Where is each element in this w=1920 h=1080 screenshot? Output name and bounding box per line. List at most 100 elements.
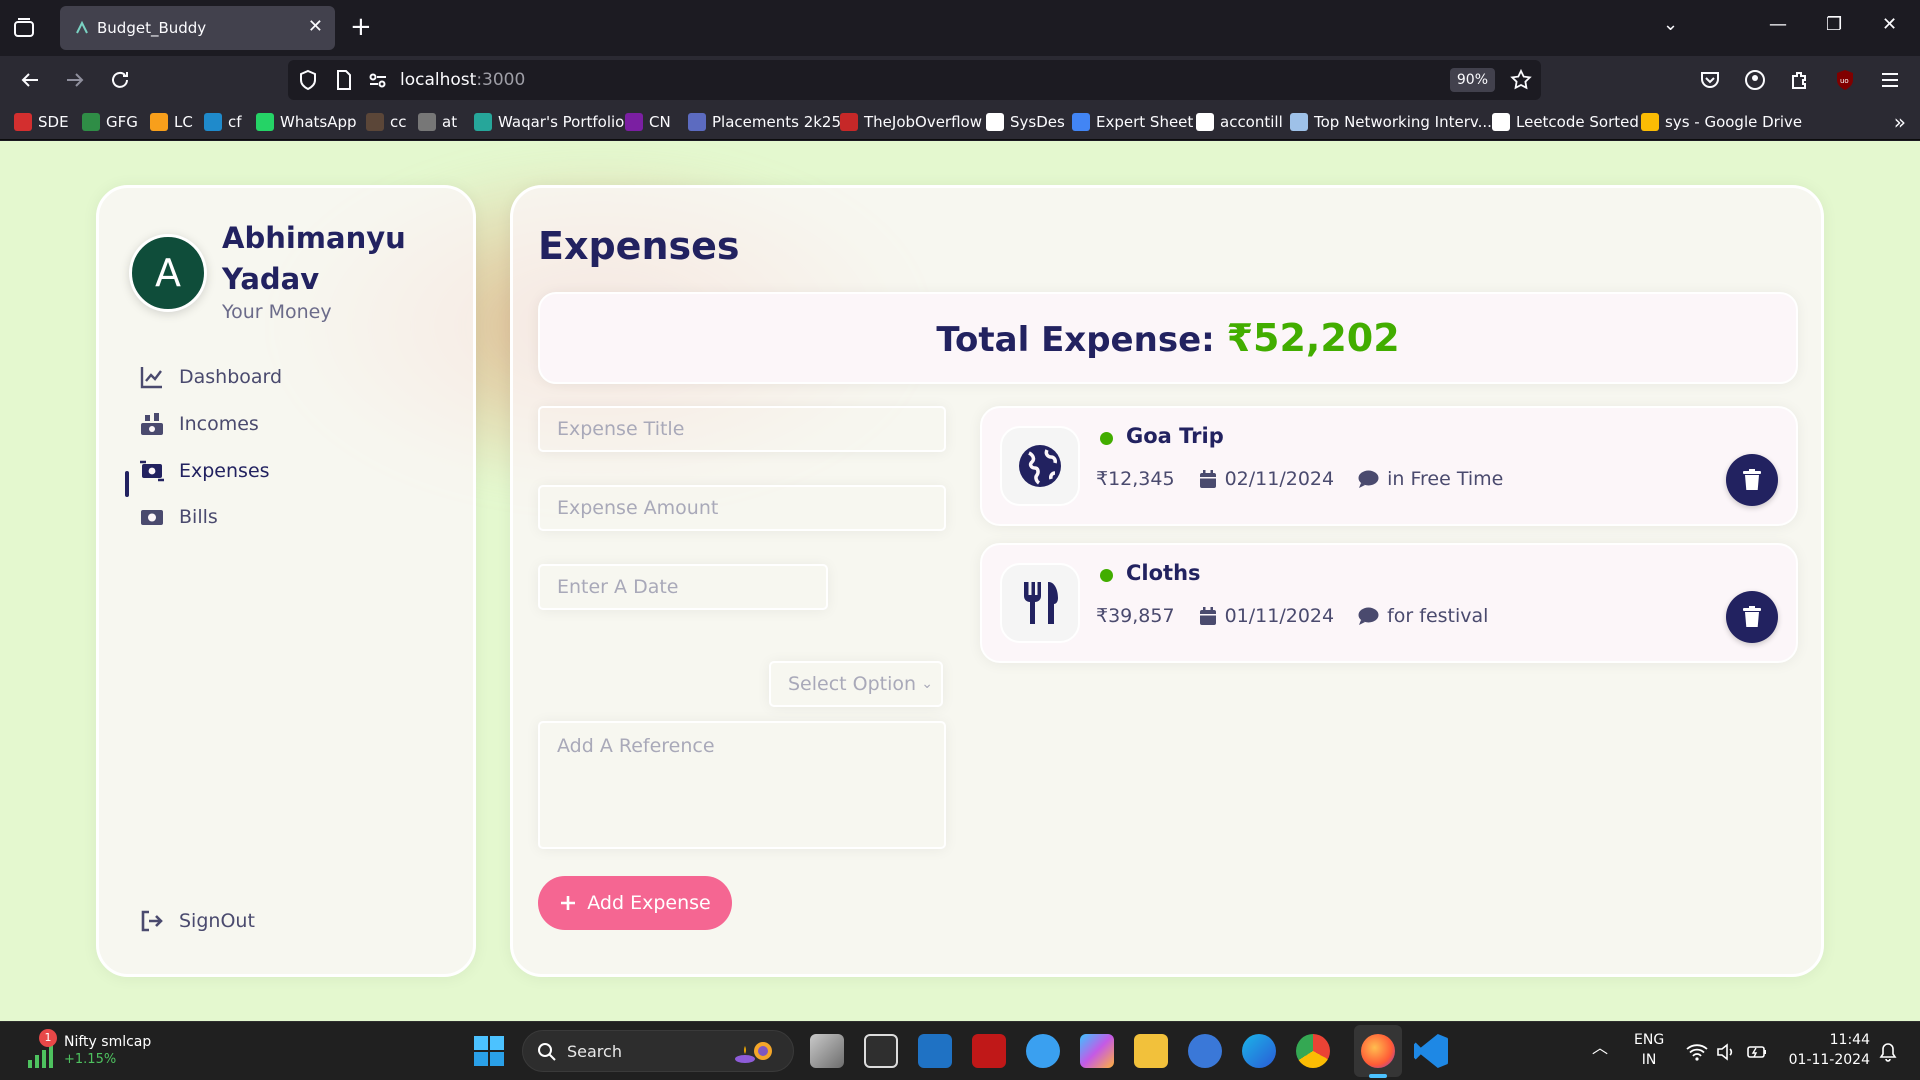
expense-date-group: 01/11/2024 bbox=[1199, 605, 1334, 627]
app-menu-icon[interactable] bbox=[1878, 68, 1902, 92]
tab-overflow-chevron-icon[interactable]: ⌄ bbox=[1663, 14, 1678, 35]
expense-amount-input[interactable]: Expense Amount bbox=[538, 485, 946, 531]
atcoder-icon bbox=[418, 113, 436, 131]
bookmark-item[interactable]: GFG bbox=[82, 113, 138, 131]
volume-icon[interactable] bbox=[1716, 1043, 1736, 1061]
sidebar-item-label: Expenses bbox=[179, 460, 270, 482]
tab-list-icon[interactable] bbox=[12, 16, 36, 40]
task-view-icon[interactable] bbox=[810, 1034, 844, 1068]
comment-icon bbox=[1358, 470, 1379, 488]
account-icon[interactable] bbox=[1743, 68, 1767, 92]
pocket-icon[interactable] bbox=[1698, 68, 1722, 92]
notifications-bell-icon[interactable] bbox=[1878, 1042, 1898, 1062]
permissions-icon[interactable] bbox=[366, 68, 390, 92]
expense-category-icon-box bbox=[1000, 563, 1080, 643]
zoom-indicator[interactable]: 90% bbox=[1449, 68, 1495, 92]
bookmark-item[interactable]: TheJobOverflow bbox=[840, 113, 982, 131]
expense-title-input[interactable]: Expense Title bbox=[538, 406, 946, 452]
bookmark-item[interactable]: SysDes bbox=[986, 113, 1065, 131]
add-expense-button[interactable]: Add Expense bbox=[538, 876, 732, 930]
gfg-icon bbox=[82, 113, 100, 131]
bookmark-label: at bbox=[442, 113, 458, 131]
github-icon bbox=[986, 113, 1004, 131]
myhp-icon[interactable] bbox=[918, 1034, 952, 1068]
avatar: A bbox=[129, 234, 207, 312]
reload-icon[interactable] bbox=[108, 68, 132, 92]
bookmarks-overflow-icon[interactable]: » bbox=[1894, 110, 1906, 134]
close-window-icon[interactable]: ✕ bbox=[1882, 14, 1897, 35]
money-bill-icon bbox=[141, 510, 163, 525]
file-explorer-icon[interactable] bbox=[1134, 1034, 1168, 1068]
microsoft-store-icon[interactable] bbox=[864, 1034, 898, 1068]
bookmark-item[interactable]: accontill bbox=[1196, 113, 1283, 131]
wifi-icon[interactable] bbox=[1686, 1043, 1708, 1061]
copilot-icon[interactable] bbox=[1080, 1034, 1114, 1068]
bookmark-item[interactable]: LC bbox=[150, 113, 193, 131]
edge-icon[interactable] bbox=[1242, 1034, 1276, 1068]
sidebar-item-dashboard[interactable]: Dashboard bbox=[139, 362, 282, 392]
forward-icon[interactable] bbox=[63, 68, 87, 92]
windows-start-icon[interactable] bbox=[474, 1036, 504, 1066]
sidebar-item-expenses[interactable]: Expenses bbox=[139, 456, 270, 486]
bookmark-item[interactable]: SDE bbox=[14, 113, 69, 131]
signout-button[interactable]: SignOut bbox=[139, 908, 255, 934]
money-exchange-icon bbox=[140, 460, 164, 482]
bookmark-item[interactable]: at bbox=[418, 113, 457, 131]
new-tab-icon[interactable]: + bbox=[350, 12, 372, 42]
clock[interactable]: 11:44 01-11-2024 bbox=[1786, 1030, 1870, 1070]
clock-date: 01-11-2024 bbox=[1788, 1052, 1870, 1068]
shield-icon[interactable] bbox=[296, 68, 320, 92]
taskbar-search[interactable]: Search bbox=[522, 1030, 794, 1072]
language-code: ENG bbox=[1634, 1032, 1665, 1048]
add-expense-label: Add Expense bbox=[587, 892, 711, 914]
zoom-app-icon[interactable] bbox=[1188, 1034, 1222, 1068]
restore-window-icon[interactable]: ❐ bbox=[1826, 14, 1842, 35]
reference-textarea[interactable]: Add A Reference bbox=[538, 721, 946, 849]
help-icon[interactable] bbox=[1026, 1034, 1060, 1068]
url-bar[interactable]: localhost:3000 90% bbox=[288, 60, 1541, 100]
page-icon[interactable] bbox=[332, 68, 356, 92]
bookmark-item[interactable]: cc bbox=[366, 113, 407, 131]
show-hidden-icons-chevron-icon[interactable]: ︿ bbox=[1592, 1038, 1608, 1058]
bookmark-label: WhatsApp bbox=[280, 113, 357, 131]
stock-widget[interactable]: 1 Nifty smlcap +1.15% bbox=[22, 1029, 162, 1072]
user-tagline: Your Money bbox=[222, 301, 332, 323]
back-icon[interactable] bbox=[18, 68, 42, 92]
bookmark-item[interactable]: cf bbox=[204, 113, 242, 131]
tab-close-icon[interactable]: ✕ bbox=[308, 16, 323, 37]
bookmark-item[interactable]: Placements 2k25 bbox=[688, 113, 841, 131]
browser-tab[interactable]: Budget_Buddy ✕ bbox=[60, 6, 335, 50]
category-select[interactable]: Select Option ⌄ bbox=[769, 661, 943, 707]
sidebar-item-bills[interactable]: Bills bbox=[139, 502, 218, 532]
github-icon bbox=[1196, 113, 1214, 131]
bookmark-label: sys - Google Drive bbox=[1665, 113, 1803, 131]
extensions-icon[interactable] bbox=[1788, 68, 1812, 92]
expense-date-input[interactable]: Enter A Date bbox=[538, 564, 828, 610]
chrome-icon[interactable] bbox=[1296, 1034, 1330, 1068]
bookmark-item[interactable]: WhatsApp bbox=[256, 113, 357, 131]
bookmark-star-icon[interactable] bbox=[1509, 68, 1533, 92]
clock-time: 11:44 bbox=[1829, 1032, 1870, 1048]
ublock-icon[interactable]: uo bbox=[1833, 68, 1857, 92]
diwali-lamp-icon bbox=[735, 1042, 772, 1063]
firefox-icon[interactable] bbox=[1361, 1034, 1395, 1068]
delete-expense-button[interactable] bbox=[1726, 591, 1778, 643]
delete-expense-button[interactable] bbox=[1726, 454, 1778, 506]
language-indicator[interactable]: ENG IN bbox=[1634, 1030, 1664, 1070]
bookmark-item[interactable]: Expert Sheet bbox=[1072, 113, 1193, 131]
bookmark-label: Expert Sheet bbox=[1096, 113, 1194, 131]
tab-title: Budget_Buddy bbox=[97, 19, 207, 37]
status-dot bbox=[1100, 432, 1113, 445]
sidebar-item-incomes[interactable]: Incomes bbox=[139, 409, 259, 439]
bookmark-item[interactable]: Top Networking Interv... bbox=[1290, 113, 1492, 131]
mcafee-icon[interactable] bbox=[972, 1034, 1006, 1068]
bookmark-item[interactable]: sys - Google Drive bbox=[1641, 113, 1802, 131]
expense-title: Cloths bbox=[1126, 561, 1201, 585]
bookmark-item[interactable]: CN bbox=[625, 113, 671, 131]
bookmark-item[interactable]: Leetcode Sorted bbox=[1492, 113, 1639, 131]
battery-icon[interactable] bbox=[1746, 1043, 1768, 1061]
vscode-icon[interactable] bbox=[1414, 1034, 1448, 1068]
bookmark-item[interactable]: Waqar's Portfolio bbox=[474, 113, 624, 131]
status-dot bbox=[1100, 569, 1113, 582]
minimize-window-icon[interactable]: — bbox=[1769, 14, 1787, 35]
